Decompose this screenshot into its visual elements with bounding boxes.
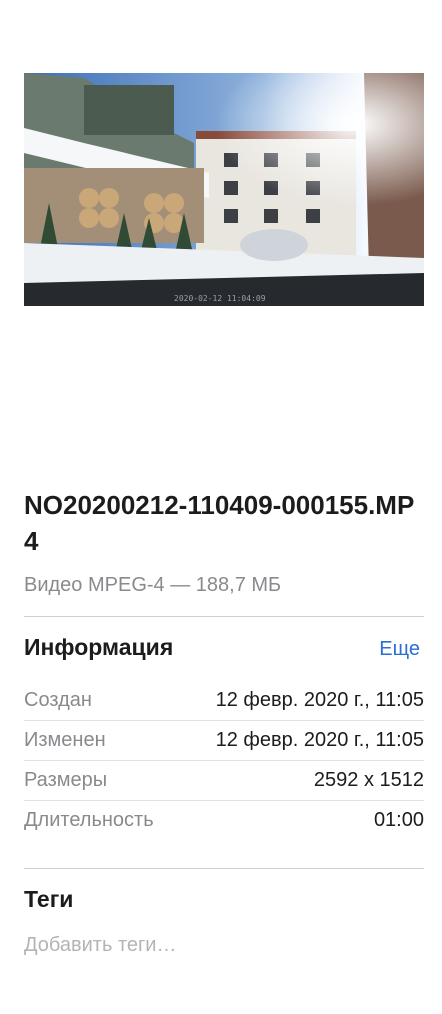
info-value: 2592 x 1512 xyxy=(313,769,424,791)
info-row-duration: Длительность 01:00 xyxy=(24,800,424,840)
info-row-created: Создан 12 февр. 2020 г., 11:05 xyxy=(24,681,424,720)
thumbnail-timestamp: 2020-02-12 11:04:09 xyxy=(174,294,266,303)
info-key: Размеры xyxy=(24,769,108,791)
more-button[interactable]: Еще xyxy=(379,638,420,661)
divider xyxy=(24,868,424,869)
info-value: 01:00 xyxy=(373,809,424,831)
info-list: Создан 12 февр. 2020 г., 11:05 Изменен 1… xyxy=(24,681,424,840)
tags-section-title: Теги xyxy=(24,886,74,912)
info-key: Изменен xyxy=(24,729,106,751)
info-row-dimensions: Размеры 2592 x 1512 xyxy=(24,760,424,800)
info-section-title: Информация xyxy=(24,634,174,660)
info-value: 12 февр. 2020 г., 11:05 xyxy=(215,689,424,711)
video-thumbnail[interactable]: 2020-02-12 11:04:09 xyxy=(24,73,424,306)
file-kind-size: Видео MPEG-4 — 188,7 МБ xyxy=(24,574,282,596)
divider xyxy=(24,616,424,617)
add-tags-field[interactable]: Добавить теги… xyxy=(24,934,176,957)
thumbnail-image: 2020-02-12 11:04:09 xyxy=(24,73,424,306)
info-key: Создан xyxy=(24,689,92,711)
info-value: 12 февр. 2020 г., 11:05 xyxy=(215,729,424,751)
info-key: Длительность xyxy=(24,809,154,831)
info-row-modified: Изменен 12 февр. 2020 г., 11:05 xyxy=(24,720,424,760)
file-name: NO20200212-110409-000155.MP4 xyxy=(24,490,415,556)
